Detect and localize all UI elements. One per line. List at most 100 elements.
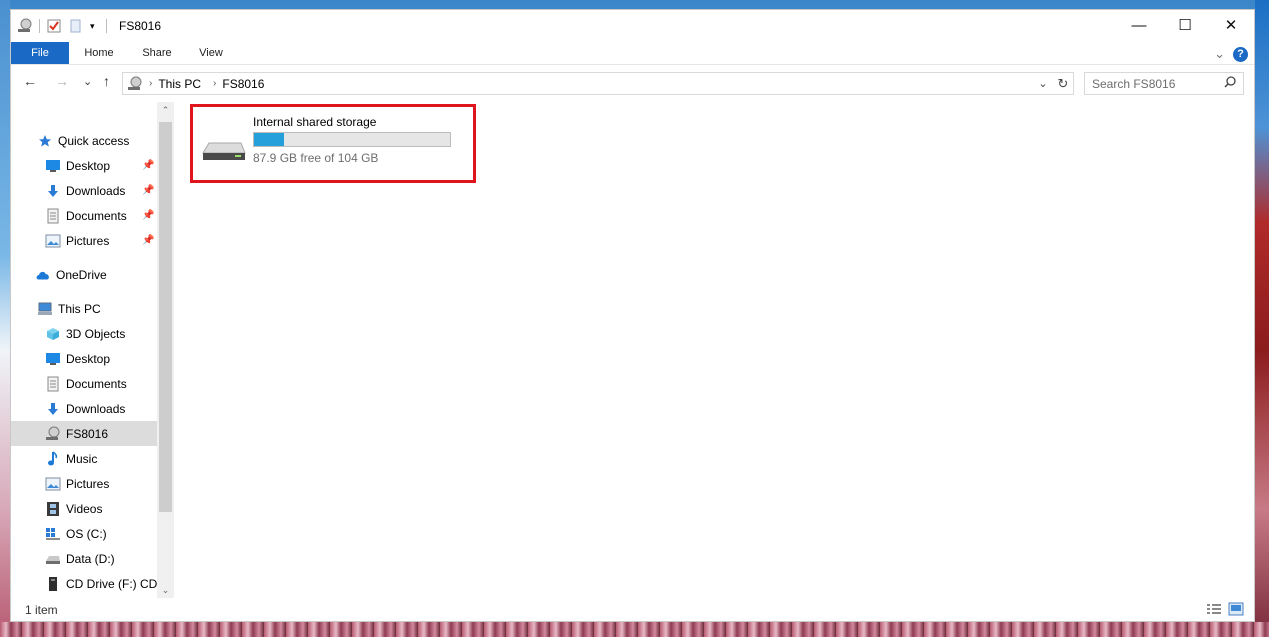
drive-icon <box>45 551 61 567</box>
forward-arrow-icon[interactable]: → <box>55 73 69 89</box>
sidebar-item-documents-pinned[interactable]: Documents <box>45 203 127 228</box>
search-box[interactable]: Search FS8016 <box>1084 72 1244 95</box>
drive-icon <box>201 137 247 163</box>
new-folder-icon[interactable] <box>68 18 84 34</box>
desktop-wallpaper-left <box>0 0 10 637</box>
status-bar: 1 item <box>11 598 1254 622</box>
tab-share[interactable]: Share <box>131 42 183 64</box>
pictures-icon <box>45 476 61 492</box>
storage-usage-bar <box>253 132 451 147</box>
navigation-bar: ← → ⌄ ↑ › This PC › FS8016 ⌄ ↻ Search FS… <box>11 70 1254 96</box>
sidebar-item-3d-objects[interactable]: 3D Objects <box>45 321 125 346</box>
expand-ribbon-chevron-icon[interactable]: ⌄ <box>1214 46 1225 62</box>
content-area: Internal shared storage 87.9 GB free of … <box>174 102 1256 598</box>
sidebar-item-fs8016[interactable]: FS8016 <box>11 421 157 446</box>
tab-home[interactable]: Home <box>73 42 125 64</box>
sidebar-item-videos[interactable]: Videos <box>45 496 102 521</box>
close-button[interactable]: ✕ <box>1208 10 1254 40</box>
windows-drive-icon <box>45 526 61 542</box>
ribbon-right-controls: ⌄ ? <box>1214 46 1248 62</box>
tab-view[interactable]: View <box>189 42 233 64</box>
title-bar: ▾ FS8016 — ☐ ✕ <box>11 10 1254 42</box>
address-bar-controls: ⌄ ↻ <box>1033 73 1073 94</box>
storage-name: Internal shared storage <box>253 115 377 129</box>
customize-toolbar-chevron-icon[interactable]: ▾ <box>90 18 100 34</box>
toolbar-separator <box>39 19 40 33</box>
quick-access-toolbar: ▾ <box>17 18 107 34</box>
pictures-icon <box>45 233 61 249</box>
pin-icon[interactable]: 📌 <box>142 235 154 246</box>
sidebar-item-downloads[interactable]: Downloads <box>45 396 125 421</box>
minimize-button[interactable]: — <box>1116 10 1162 40</box>
device-icon <box>45 426 61 442</box>
sidebar-item-desktop[interactable]: Desktop <box>45 346 110 371</box>
breadcrumb-chevron-icon[interactable]: › <box>213 78 216 89</box>
sidebar-item-onedrive[interactable]: OneDrive <box>35 262 107 287</box>
sidebar-item-downloads-pinned[interactable]: Downloads <box>45 178 125 203</box>
sidebar-item-this-pc[interactable]: This PC <box>37 296 101 321</box>
help-icon[interactable]: ? <box>1233 46 1248 62</box>
documents-icon <box>45 376 61 392</box>
cd-drive-icon <box>45 576 61 592</box>
breadcrumb-chevron-icon[interactable]: › <box>149 78 152 89</box>
address-bar[interactable]: › This PC › FS8016 ⌄ ↻ <box>122 72 1074 95</box>
pin-icon[interactable]: 📌 <box>142 160 154 171</box>
scroll-down-icon[interactable]: ⌄ <box>157 582 174 598</box>
internal-shared-storage-tile[interactable]: Internal shared storage 87.9 GB free of … <box>190 104 476 183</box>
window-title: FS8016 <box>119 19 162 33</box>
pin-icon[interactable]: 📌 <box>142 210 154 221</box>
sidebar-item-os-c[interactable]: OS (C:) <box>45 521 107 546</box>
back-arrow-icon[interactable]: ← <box>23 73 37 89</box>
search-input[interactable]: Search FS8016 <box>1092 77 1175 91</box>
window-controls: — ☐ ✕ <box>1116 10 1254 40</box>
sidebar-item-data-d[interactable]: Data (D:) <box>45 546 115 571</box>
sidebar-item-quick-access[interactable]: Quick access <box>37 128 129 153</box>
storage-free-text: 87.9 GB free of 104 GB <box>253 151 379 165</box>
video-icon <box>45 501 61 517</box>
large-icons-view-icon[interactable] <box>1228 602 1244 619</box>
sidebar-item-documents[interactable]: Documents <box>45 371 127 396</box>
maximize-button[interactable]: ☐ <box>1162 10 1208 40</box>
ribbon-divider <box>11 64 1254 65</box>
desktop-wallpaper-bottom <box>0 622 1269 637</box>
sidebar-item-cd-drive-f[interactable]: CD Drive (F:) CDI <box>45 571 157 596</box>
ribbon-tabs: File Home Share View <box>11 42 1254 64</box>
recent-locations-chevron-icon[interactable]: ⌄ <box>83 75 92 88</box>
up-arrow-icon[interactable]: ↑ <box>103 73 110 89</box>
breadcrumb-this-pc[interactable]: This PC <box>158 77 201 91</box>
tab-file[interactable]: File <box>11 42 69 64</box>
cloud-icon <box>35 267 51 283</box>
view-switcher <box>1206 602 1244 619</box>
download-icon <box>45 183 61 199</box>
refresh-icon[interactable]: ↻ <box>1053 76 1073 92</box>
computer-icon <box>37 301 53 317</box>
device-icon <box>127 76 143 92</box>
scrollbar-thumb[interactable] <box>159 122 172 512</box>
desktop-wallpaper-right <box>1255 0 1269 637</box>
cube-icon <box>45 326 61 342</box>
pin-icon[interactable]: 📌 <box>142 185 154 196</box>
download-icon <box>45 401 61 417</box>
navigation-pane-scrollbar[interactable]: ⌃ ⌄ <box>157 102 174 598</box>
details-view-icon[interactable] <box>1206 602 1222 619</box>
music-icon <box>45 450 61 467</box>
documents-icon <box>45 208 61 224</box>
navigation-pane: Quick access Desktop 📌 Downloads 📌 Docum… <box>11 102 157 598</box>
breadcrumb-fs8016[interactable]: FS8016 <box>222 77 264 91</box>
sidebar-item-music[interactable]: Music <box>45 446 97 471</box>
sidebar-item-pictures-pinned[interactable]: Pictures <box>45 228 109 253</box>
desktop-icon <box>45 158 61 174</box>
star-icon <box>37 133 53 149</box>
sidebar-item-desktop-pinned[interactable]: Desktop <box>45 153 110 178</box>
search-icon[interactable] <box>1224 76 1236 91</box>
file-explorer-window: ▾ FS8016 — ☐ ✕ File Home Share View ⌄ ? … <box>10 9 1255 622</box>
properties-icon[interactable] <box>46 18 62 34</box>
scroll-up-icon[interactable]: ⌃ <box>157 102 174 118</box>
device-icon[interactable] <box>17 18 33 34</box>
address-history-chevron-icon[interactable]: ⌄ <box>1033 77 1053 90</box>
desktop-icon <box>45 351 61 367</box>
toolbar-separator <box>106 19 107 33</box>
item-count: 1 item <box>25 603 58 617</box>
sidebar-item-pictures[interactable]: Pictures <box>45 471 109 496</box>
storage-usage-fill <box>254 133 285 146</box>
